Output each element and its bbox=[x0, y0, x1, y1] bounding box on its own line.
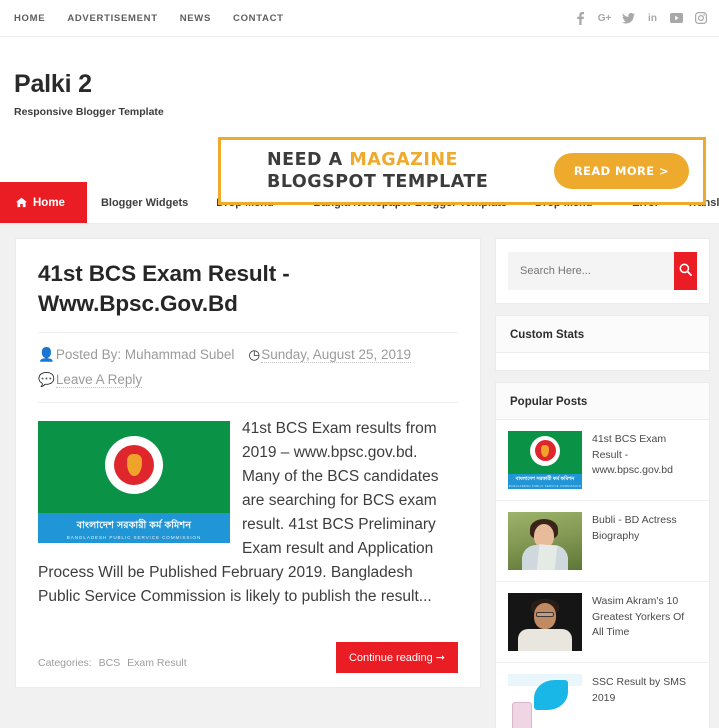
ad-read-more-button[interactable]: READ MORE > bbox=[553, 153, 689, 189]
post-date-link[interactable]: Sunday, August 25, 2019 bbox=[261, 346, 412, 363]
comment-icon: 💬 bbox=[38, 371, 55, 387]
post-excerpt-block: বাংলাদেশ সরকারী কর্ম কমিশন BANGLADESH PU… bbox=[38, 417, 458, 609]
post-date: ◷Sunday, August 25, 2019 bbox=[248, 346, 412, 363]
popular-post-item-4[interactable]: SSC Result by SMS 2019 bbox=[496, 663, 709, 728]
thumbnail-bangla-text: বাংলাদেশ সরকারী কর্ম কমিশন bbox=[76, 519, 192, 531]
home-icon bbox=[16, 197, 27, 208]
custom-stats-widget: Custom Stats bbox=[495, 315, 710, 371]
user-icon: 👤 bbox=[38, 346, 55, 362]
popular-post-item-3[interactable]: Wasim Akram's 10 Greatest Yorkers Of All… bbox=[496, 582, 709, 663]
nav-item-blogger-widgets-label: Blogger Widgets bbox=[100, 196, 189, 209]
topnav-item-home[interactable]: HOME bbox=[14, 13, 45, 24]
top-navigation: HOME ADVERTISEMENT NEWS CONTACT bbox=[14, 13, 284, 24]
google-plus-icon[interactable]: G+ bbox=[598, 12, 612, 25]
continue-reading-button[interactable]: Continue reading ➞ bbox=[335, 641, 458, 673]
nav-item-blogger-widgets[interactable]: Blogger Widgets bbox=[87, 182, 202, 223]
topnav-item-news[interactable]: NEWS bbox=[180, 13, 211, 24]
popular-posts-widget: Popular Posts বাংলাদেশ সরকারী কর্ম কমিশন… bbox=[495, 382, 710, 728]
post-categories: Categories: BCS Exam Result bbox=[38, 657, 187, 673]
popular-thumb-bangla-text: বাংলাদেশ সরকারী কর্ম কমিশন bbox=[515, 476, 575, 482]
search-widget bbox=[495, 238, 710, 304]
nav-item-home-label: Home bbox=[33, 196, 65, 209]
custom-stats-title: Custom Stats bbox=[496, 316, 709, 353]
sidebar: Custom Stats Popular Posts বাংলাদেশ সরকা… bbox=[495, 238, 710, 728]
clock-icon: ◷ bbox=[248, 346, 261, 362]
post-comments: 💬Leave A Reply bbox=[38, 371, 143, 388]
social-links: G+ in bbox=[574, 11, 707, 25]
youtube-icon[interactable] bbox=[670, 12, 683, 25]
advertisement-banner[interactable]: NEED A MAGAZINE BLOGSPOT TEMPLATE READ M… bbox=[218, 137, 706, 205]
popular-post-thumbnail-2 bbox=[508, 512, 582, 570]
post-thumbnail[interactable]: বাংলাদেশ সরকারী কর্ম কমিশন BANGLADESH PU… bbox=[38, 420, 230, 543]
popular-posts-list: বাংলাদেশ সরকারী কর্ম কমিশন BANGLADESH PU… bbox=[496, 420, 709, 728]
twitter-icon[interactable] bbox=[622, 12, 635, 25]
popular-post-thumbnail-3 bbox=[508, 593, 582, 651]
ad-text: NEED A MAGAZINE BLOGSPOT TEMPLATE bbox=[267, 149, 488, 194]
bpsc-seal-icon bbox=[105, 435, 163, 494]
top-bar: HOME ADVERTISEMENT NEWS CONTACT G+ in bbox=[0, 0, 719, 37]
popular-post-title-4: SSC Result by SMS 2019 bbox=[592, 676, 686, 704]
category-link-exam-result[interactable]: Exam Result bbox=[127, 657, 187, 669]
custom-stats-body bbox=[496, 353, 709, 370]
search-button[interactable] bbox=[674, 252, 697, 290]
linkedin-icon[interactable]: in bbox=[646, 12, 659, 25]
ad-line1-plain: NEED A bbox=[267, 149, 350, 170]
popular-post-title-1: 41st BCS Exam Result - www.bpsc.gov.bd bbox=[592, 433, 673, 477]
post-author: 👤Posted By: Muhammad Subel bbox=[38, 347, 234, 362]
search-icon bbox=[679, 263, 692, 279]
main-content: 41st BCS Exam Result - Www.Bpsc.Gov.Bd 👤… bbox=[15, 238, 481, 688]
site-branding[interactable]: Palki 2 Responsive Blogger Template bbox=[14, 59, 164, 118]
instagram-icon[interactable] bbox=[694, 12, 707, 25]
search-input[interactable] bbox=[508, 252, 674, 290]
popular-posts-title: Popular Posts bbox=[496, 383, 709, 420]
categories-label: Categories: bbox=[38, 656, 92, 669]
post-comments-link[interactable]: Leave A Reply bbox=[55, 371, 143, 388]
thumbnail-english-text: BANGLADESH PUBLIC SERVICE COMMISSION bbox=[66, 534, 202, 540]
topnav-item-advertisement[interactable]: ADVERTISEMENT bbox=[67, 13, 157, 24]
site-title: Palki 2 bbox=[14, 70, 92, 98]
popular-post-title-3: Wasim Akram's 10 Greatest Yorkers Of All… bbox=[592, 595, 685, 639]
nav-item-home[interactable]: Home bbox=[0, 182, 87, 223]
popular-post-thumbnail-4 bbox=[508, 674, 582, 728]
site-tagline: Responsive Blogger Template bbox=[14, 105, 164, 118]
facebook-icon[interactable] bbox=[574, 11, 587, 25]
topnav-item-contact[interactable]: CONTACT bbox=[233, 13, 284, 24]
page-body: 41st BCS Exam Result - Www.Bpsc.Gov.Bd 👤… bbox=[0, 224, 719, 728]
popular-post-thumbnail-1: বাংলাদেশ সরকারী কর্ম কমিশন BANGLADESH PU… bbox=[508, 431, 582, 489]
popular-post-item-1[interactable]: বাংলাদেশ সরকারী কর্ম কমিশন BANGLADESH PU… bbox=[496, 420, 709, 501]
post-author-label: Posted By: Muhammad Subel bbox=[55, 346, 235, 362]
popular-post-item-2[interactable]: Bubli - BD Actress Biography bbox=[496, 501, 709, 582]
post-title[interactable]: 41st BCS Exam Result - Www.Bpsc.Gov.Bd bbox=[38, 259, 458, 320]
ad-line2: BLOGSPOT TEMPLATE bbox=[267, 172, 489, 192]
post-card: 41st BCS Exam Result - Www.Bpsc.Gov.Bd 👤… bbox=[15, 238, 481, 688]
popular-post-title-2: Bubli - BD Actress Biography bbox=[592, 514, 677, 542]
site-header: Palki 2 Responsive Blogger Template NEED… bbox=[0, 37, 719, 205]
ad-line1-highlight: MAGAZINE bbox=[349, 149, 458, 170]
category-link-bcs[interactable]: BCS bbox=[99, 657, 121, 669]
popular-thumb-english-text: BANGLADESH PUBLIC SERVICE COMMISSION bbox=[508, 485, 581, 488]
post-footer: Categories: BCS Exam Result Continue rea… bbox=[38, 625, 458, 673]
post-meta: 👤Posted By: Muhammad Subel ◷Sunday, Augus… bbox=[38, 331, 458, 403]
